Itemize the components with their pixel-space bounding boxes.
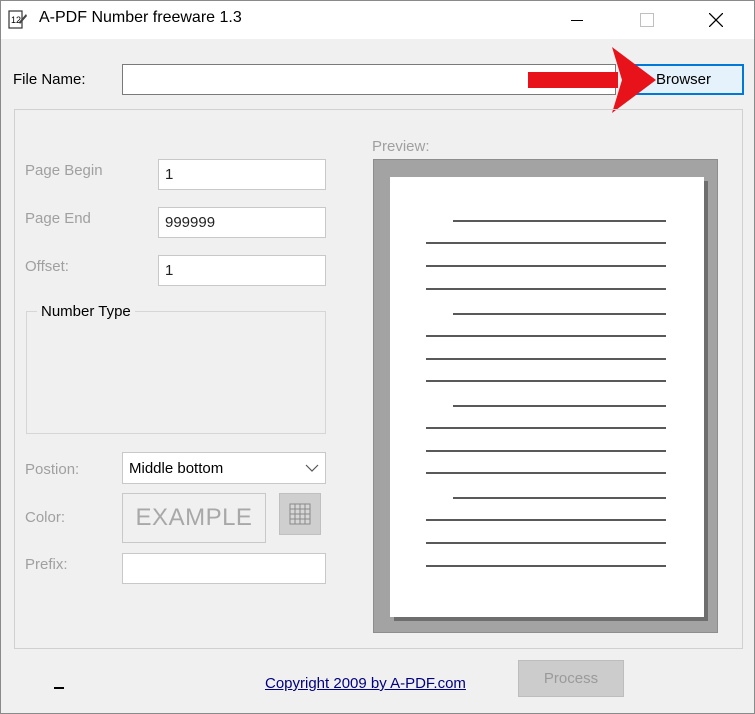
chevron-down-icon	[305, 464, 319, 472]
close-button[interactable]	[693, 1, 739, 39]
browser-button[interactable]: Browser	[623, 64, 744, 95]
preview-label: Preview:	[372, 138, 430, 155]
minimize-button[interactable]	[554, 1, 600, 39]
page-end-input[interactable]: 999999	[158, 207, 326, 238]
position-select[interactable]: Middle bottom	[122, 452, 326, 484]
page-begin-input[interactable]: 1	[158, 159, 326, 190]
window-title: A-PDF Number freeware 1.3	[39, 9, 242, 26]
offset-label: Offset:	[25, 258, 69, 275]
color-picker-button[interactable]	[279, 493, 321, 535]
minimize-icon	[571, 20, 583, 21]
color-label: Color:	[25, 509, 66, 526]
number-type-group	[26, 311, 326, 434]
maximize-button[interactable]	[624, 1, 670, 39]
file-name-input[interactable]	[122, 64, 616, 95]
app-window: 1 2 A-PDF Number freeware 1.3 File Name:…	[0, 0, 755, 714]
position-value: Middle bottom	[129, 459, 224, 477]
maximize-icon	[640, 13, 654, 27]
position-label: Postion:	[25, 461, 80, 478]
number-type-title: Number Type	[37, 303, 135, 320]
prefix-input[interactable]	[122, 553, 326, 584]
preview-text-lines	[426, 220, 666, 567]
prefix-label: Prefix:	[25, 556, 68, 573]
file-name-label: File Name:	[13, 71, 86, 88]
app-number-icon: 1 2	[8, 10, 28, 30]
status-dash	[54, 687, 64, 689]
offset-input[interactable]: 1	[158, 255, 326, 286]
copyright-link[interactable]: Copyright 2009 by A-PDF.com	[265, 675, 466, 692]
title-bar: 1 2 A-PDF Number freeware 1.3	[1, 1, 754, 39]
process-button[interactable]: Process	[518, 660, 624, 697]
page-end-label: Page End	[25, 210, 91, 227]
grid-icon	[289, 503, 311, 525]
close-icon	[709, 13, 723, 27]
color-example-box[interactable]: EXAMPLE	[122, 493, 266, 543]
preview-page	[390, 177, 704, 617]
page-begin-label: Page Begin	[25, 162, 103, 179]
